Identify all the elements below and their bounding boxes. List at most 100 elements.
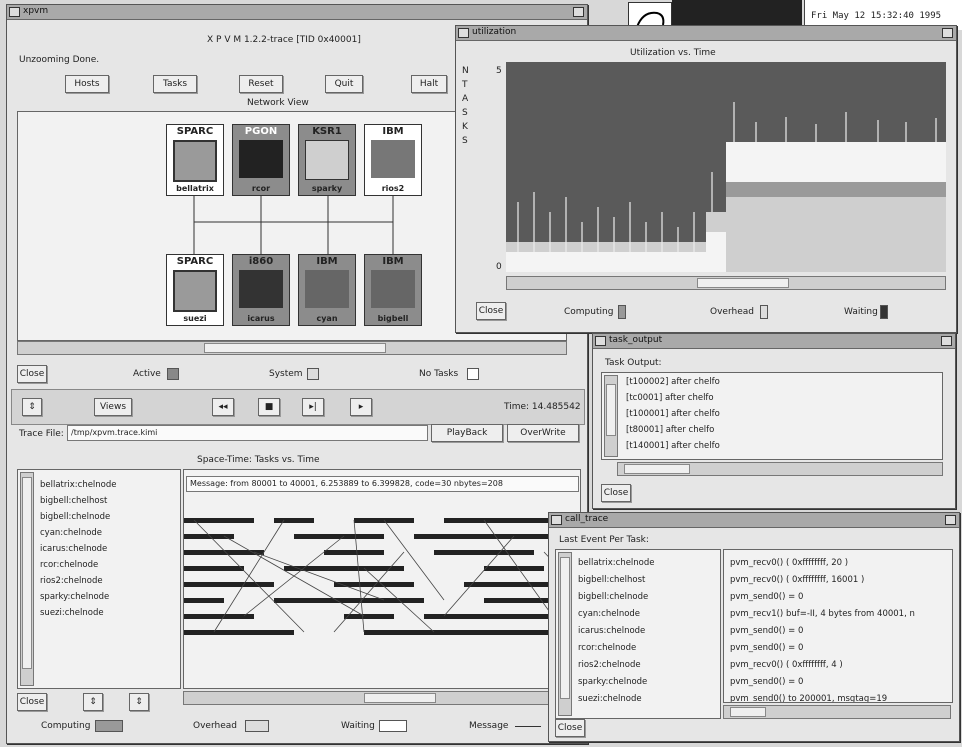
scroll-thumb[interactable] bbox=[606, 384, 616, 436]
calltrace-task[interactable]: bigbell:chelnode bbox=[578, 592, 648, 602]
calltrace-event-list: pvm_recv0() ( 0xffffffff, 20 ) pvm_recv0… bbox=[723, 549, 953, 703]
util-waiting-label: Waiting bbox=[844, 307, 878, 317]
system-swatch bbox=[307, 368, 319, 380]
spacetime-hscroll[interactable] bbox=[183, 691, 581, 705]
calltrace-hscroll[interactable] bbox=[723, 705, 951, 719]
window-menu-icon[interactable] bbox=[595, 336, 606, 346]
scroll-thumb[interactable] bbox=[560, 557, 570, 699]
waiting-swatch bbox=[379, 720, 407, 732]
host-bigbell[interactable]: IBM bigbell bbox=[364, 254, 422, 326]
active-label: Active bbox=[133, 369, 161, 379]
task-row[interactable]: bigbell:chelnode bbox=[40, 512, 110, 522]
taskout-close-button[interactable]: Close bbox=[601, 484, 631, 502]
task-row[interactable]: rcor:chelnode bbox=[40, 560, 98, 570]
network-close-button[interactable]: Close bbox=[17, 365, 47, 383]
host-suezi[interactable]: SPARC suezi bbox=[166, 254, 224, 326]
message-label: Message bbox=[469, 721, 509, 731]
tasks-button[interactable]: Tasks bbox=[153, 75, 197, 93]
scroll-thumb[interactable] bbox=[697, 278, 789, 288]
host-bellatrix[interactable]: SPARC bellatrix bbox=[166, 124, 224, 196]
calltrace-event: pvm_recv0() ( 0xffffffff, 20 ) bbox=[730, 558, 849, 568]
util-waiting-swatch bbox=[880, 305, 888, 319]
util-titlebar[interactable]: utilization bbox=[456, 26, 956, 41]
calltrace-task[interactable]: suezi:chelnode bbox=[578, 694, 642, 704]
zoom-in-button[interactable]: ⇕ bbox=[83, 693, 103, 711]
util-close-button[interactable]: Close bbox=[476, 302, 506, 320]
play-icon[interactable]: ▸ bbox=[350, 398, 372, 416]
overhead-swatch bbox=[245, 720, 269, 732]
scroll-thumb[interactable] bbox=[364, 693, 436, 703]
task-row[interactable]: rios2:chelnode bbox=[40, 576, 103, 586]
step-forward-icon[interactable]: ▸| bbox=[302, 398, 324, 416]
taskout-vscroll[interactable] bbox=[604, 375, 618, 457]
task-row[interactable]: bellatrix:chelnode bbox=[40, 480, 117, 490]
scroll-thumb[interactable] bbox=[204, 343, 386, 353]
taskout-hscroll[interactable] bbox=[617, 462, 943, 476]
overwrite-radio[interactable]: OverWrite bbox=[507, 424, 579, 442]
task-row[interactable]: cyan:chelnode bbox=[40, 528, 102, 538]
calltrace-task[interactable]: bigbell:chelhost bbox=[578, 575, 645, 585]
host-rios2[interactable]: IBM rios2 bbox=[364, 124, 422, 196]
calltrace-task[interactable]: bellatrix:chelnode bbox=[578, 558, 655, 568]
spacetime-task-list: bellatrix:chelnode bigbell:chelhost bigb… bbox=[17, 469, 181, 689]
host-type-label: PGON bbox=[244, 126, 278, 137]
host-name: bellatrix bbox=[176, 184, 214, 193]
hosts-button[interactable]: Hosts bbox=[65, 75, 109, 93]
host-icarus[interactable]: i860 icarus bbox=[232, 254, 290, 326]
window-menu-icon[interactable] bbox=[9, 7, 20, 17]
message-line-swatch bbox=[515, 726, 541, 727]
util-hscroll[interactable] bbox=[506, 276, 946, 290]
calltrace-task-list: bellatrix:chelnode bigbell:chelhost bigb… bbox=[555, 549, 721, 719]
calltrace-vscroll[interactable] bbox=[558, 552, 572, 716]
host-cyan[interactable]: IBM cyan bbox=[298, 254, 356, 326]
task-row[interactable]: suezi:chelnode bbox=[40, 608, 104, 618]
output-line: [t140001] after chelfo bbox=[626, 441, 720, 451]
calltrace-titlebar[interactable]: call_trace bbox=[549, 513, 959, 528]
scroll-thumb[interactable] bbox=[22, 477, 32, 669]
views-button[interactable]: Views bbox=[94, 398, 132, 416]
scroll-thumb[interactable] bbox=[624, 464, 690, 474]
rewind-icon[interactable]: ◂◂ bbox=[212, 398, 234, 416]
network-hscroll[interactable] bbox=[17, 341, 567, 355]
call-trace-window: call_trace Last Event Per Task: bellatri… bbox=[548, 512, 960, 742]
calltrace-close-button[interactable]: Close bbox=[555, 719, 585, 737]
calltrace-task[interactable]: cyan:chelnode bbox=[578, 609, 640, 619]
scroll-thumb[interactable] bbox=[730, 707, 766, 717]
window-menu-icon[interactable] bbox=[458, 28, 469, 38]
maximize-icon[interactable] bbox=[945, 515, 956, 525]
playback-radio[interactable]: PlayBack bbox=[431, 424, 503, 442]
window-menu-icon[interactable] bbox=[551, 515, 562, 525]
calltrace-task[interactable]: rcor:chelnode bbox=[578, 643, 636, 653]
task-row[interactable]: sparky:chelnode bbox=[40, 592, 109, 602]
zoom-toggle-button[interactable]: ⇕ bbox=[22, 398, 42, 416]
host-type-label: SPARC bbox=[176, 126, 214, 137]
calltrace-task[interactable]: rios2:chelnode bbox=[578, 660, 641, 670]
stop-icon[interactable]: ■ bbox=[258, 398, 280, 416]
spacetime-close-button[interactable]: Close bbox=[17, 693, 47, 711]
reset-button[interactable]: Reset bbox=[239, 75, 283, 93]
maximize-icon[interactable] bbox=[941, 336, 952, 346]
calltrace-task[interactable]: sparky:chelnode bbox=[578, 677, 647, 687]
spacetime-canvas[interactable] bbox=[184, 510, 580, 660]
calltrace-event: pvm_recv0() ( 0xffffffff, 4 ) bbox=[730, 660, 843, 670]
task-row[interactable]: icarus:chelnode bbox=[40, 544, 107, 554]
halt-button[interactable]: Halt bbox=[411, 75, 447, 93]
util-overhead-label: Overhead bbox=[710, 307, 754, 317]
task-row[interactable]: bigbell:chelhost bbox=[40, 496, 107, 506]
main-titlebar[interactable]: xpvm bbox=[7, 5, 587, 20]
host-rcor[interactable]: PGON rcor bbox=[232, 124, 290, 196]
calltrace-task[interactable]: icarus:chelnode bbox=[578, 626, 645, 636]
host-sparky[interactable]: KSR1 sparky bbox=[298, 124, 356, 196]
trace-file-label: Trace File: bbox=[19, 429, 64, 439]
quit-button[interactable]: Quit bbox=[325, 75, 363, 93]
zoom-out-button[interactable]: ⇕ bbox=[129, 693, 149, 711]
task-output-list: [t100002] after chelfo [tc0001] after ch… bbox=[601, 372, 943, 460]
maximize-icon[interactable] bbox=[942, 28, 953, 38]
trace-file-input[interactable]: /tmp/xpvm.trace.kimi bbox=[67, 425, 428, 441]
task-output-window: task_output Task Output: [t100002] after… bbox=[592, 333, 956, 509]
calltrace-event: pvm_send0() = 0 bbox=[730, 626, 804, 636]
taskout-titlebar[interactable]: task_output bbox=[593, 334, 955, 349]
task-list-vscroll[interactable] bbox=[20, 472, 34, 686]
maximize-icon[interactable] bbox=[573, 7, 584, 17]
utilization-chart[interactable] bbox=[506, 62, 946, 272]
